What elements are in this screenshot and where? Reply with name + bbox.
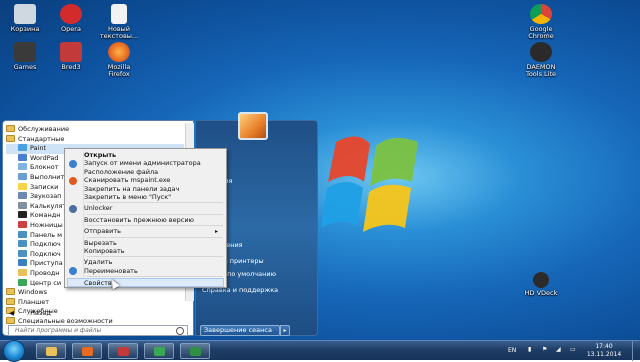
app-icon [18,182,27,190]
taskbar-button-firefox[interactable] [72,343,102,359]
back-arrow-icon: ◀ [9,309,14,317]
menu-separator [87,202,223,204]
submenu-arrow-icon: ▸ [214,228,218,236]
app-icon [18,278,27,286]
context-menu: Открыть Запуск от имени администратора Рас… [64,148,227,288]
menu-separator [87,276,223,278]
camtasia-icon [154,347,165,356]
taskbar: EN ▮ ⚑ ◢ ▭ 17:40 13.11.2014 [0,340,640,362]
program-folder[interactable]: Планшет [6,297,184,308]
explorer-icon [46,347,57,356]
desktop-icon-chrome[interactable]: Google Chrome [518,4,564,40]
windows-flag-wallpaper [321,136,418,232]
program-folder[interactable]: Стандартные [6,134,184,145]
taskbar-button-camtasia[interactable] [144,343,174,359]
app-icon [18,268,27,276]
app-icon [18,201,27,209]
tray-volume-icon[interactable]: ◢ [556,346,561,353]
taskbar-button-camtasia2[interactable] [180,343,210,359]
tray-display-icon[interactable]: ▭ [570,346,576,353]
scan-icon [69,176,77,185]
firefox-icon [108,42,130,62]
menu-separator [87,225,223,227]
menu-separator [87,256,223,258]
program-folder[interactable]: Обслуживание [6,125,184,135]
folder-icon [6,288,15,296]
shutdown-button[interactable]: Завершение сеанса [200,325,280,336]
text-document-icon [111,4,127,24]
user-picture[interactable] [238,112,268,140]
app-icon [18,172,27,180]
shield-icon [69,267,77,276]
show-desktop-button[interactable] [632,341,640,361]
menu-separator [87,213,223,215]
context-menu-item[interactable]: Отправить ▸ [84,227,222,236]
recycle-bin-icon [14,4,36,24]
games-icon [14,42,36,62]
app-icon [18,259,27,267]
app-icon [18,220,27,228]
shield-icon [69,159,77,168]
app-icon [18,163,27,171]
program-folder[interactable]: Windows [6,288,184,298]
bred3-icon [118,347,129,356]
desktop-icon-new-text-doc[interactable]: Новый текстовы... [96,4,142,40]
desktop-icon-opera[interactable]: Opera [48,4,94,33]
folder-icon [6,125,15,132]
app-icon [18,240,27,248]
taskbar-button-explorer[interactable] [36,343,66,359]
desktop-icon-daemon-tools[interactable]: DAEMON Tools Lite [518,42,564,78]
desktop-icon-hd-vdeck[interactable]: HD VDeck [518,272,564,297]
folder-icon [6,297,15,305]
firefox-icon [82,347,93,356]
app-icon [18,249,27,257]
back-button[interactable]: ◀ Назад [9,309,51,317]
daemon-tools-icon [530,42,552,62]
context-menu-item[interactable]: Unlocker [84,204,222,213]
hd-vdeck-icon [533,272,549,288]
taskbar-button-bred3[interactable] [108,343,138,359]
tray-network-icon[interactable]: ▮ [528,346,531,353]
app-icon [18,144,27,152]
folder-icon [6,134,15,142]
language-indicator[interactable]: EN [508,347,516,354]
desktop-icon-firefox[interactable]: Mozilla Firefox [96,42,142,78]
context-menu-item[interactable]: Закрепить в меню "Пуск" [84,193,222,202]
desktop-icon-recycle-bin[interactable]: Корзина [2,4,48,33]
wand-icon [69,204,77,213]
app-icon [18,153,27,161]
start-button[interactable] [3,340,25,362]
clock[interactable]: 17:40 13.11.2014 [584,343,624,358]
context-menu-item[interactable]: Копировать [84,247,222,256]
app-icon [18,192,27,200]
search-icon [176,327,184,335]
search-input[interactable]: Найти программы и файлы [8,325,188,336]
app-icon [18,230,27,238]
context-menu-item[interactable]: Свойства [67,278,224,288]
app-icon [18,211,27,219]
camtasia2-icon [190,347,201,356]
desktop: Корзина Opera Новый текстовы... Google C… [0,0,640,340]
folder-icon [6,316,15,324]
opera-icon [60,4,82,24]
context-menu-item[interactable]: Восстановить прежнюю версию [84,216,222,225]
desktop-icon-bred3[interactable]: Bred3 [48,42,94,71]
menu-separator [87,236,223,238]
chrome-icon [530,4,552,24]
tray-action-center-icon[interactable]: ⚑ [542,346,547,353]
desktop-icon-games[interactable]: Games [2,42,48,71]
context-menu-item[interactable]: Переименовать [84,267,222,276]
bred3-icon [60,42,82,62]
shutdown-options-arrow-icon[interactable]: ▸ [280,325,290,336]
